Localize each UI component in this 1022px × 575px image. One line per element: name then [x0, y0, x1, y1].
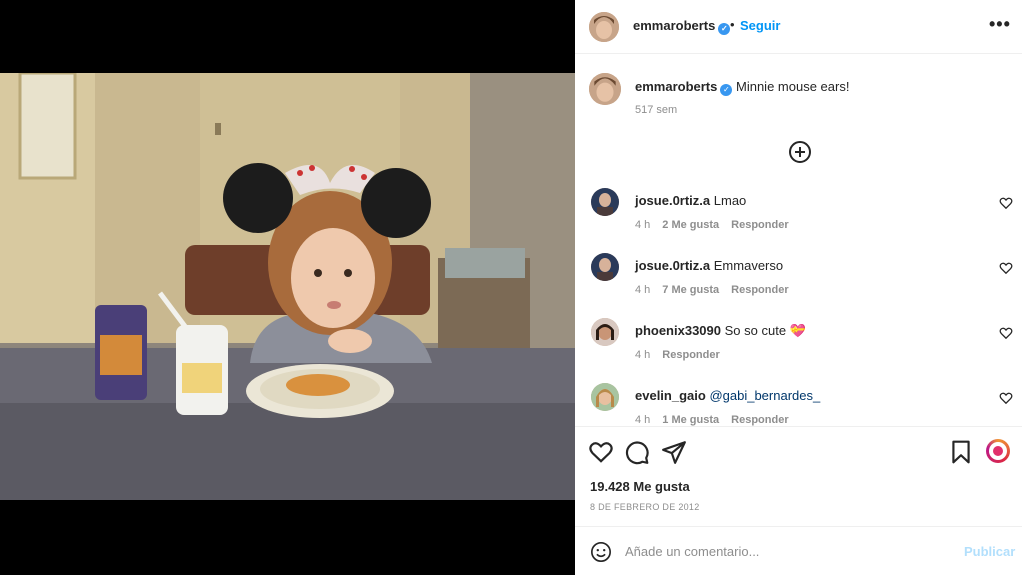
verified-badge-icon: ✓ — [718, 23, 731, 35]
verified-badge-icon: ✓ — [720, 84, 733, 96]
more-options-icon[interactable]: ••• — [989, 14, 1011, 35]
publish-button[interactable]: Publicar — [964, 544, 1015, 559]
comment-meta: 4 h1 Me gusta Responder — [635, 414, 789, 426]
comment-meta: 4 h2 Me gusta Responder — [635, 219, 789, 231]
comment-text: evelin_gaio @gabi_bernardes_ — [635, 388, 821, 403]
post-date[interactable]: 8 DE FEBRERO DE 2012 — [590, 502, 700, 512]
post-media — [0, 0, 575, 575]
comment-text: josue.0rtiz.a Lmao — [635, 193, 747, 208]
like-heart-icon[interactable] — [588, 439, 614, 465]
comment-meta: 4 h7 Me gusta Responder — [635, 284, 789, 296]
reply-button[interactable]: Responder — [731, 414, 788, 426]
likes-count[interactable]: 19.428 Me gusta — [590, 479, 690, 494]
post-sidebar: emmaroberts ✓ • Seguir ••• emmaroberts ✓ M… — [575, 0, 1022, 575]
commenter-avatar[interactable] — [591, 188, 619, 216]
load-more-comments-icon[interactable] — [789, 141, 811, 163]
comment-composer: Publicar — [575, 526, 1022, 575]
comment-meta: 4 h Responder — [635, 349, 720, 361]
comment-item: phoenix33090 So so cute 💝 4 h Responder — [589, 318, 1019, 378]
separator-dot: • — [730, 17, 735, 32]
bookmark-icon[interactable] — [948, 439, 974, 465]
emoji-icon[interactable] — [590, 541, 612, 563]
commenter-avatar[interactable] — [591, 253, 619, 281]
commenter-avatar[interactable] — [591, 318, 619, 346]
comments-list[interactable]: emmaroberts ✓ Minnie mouse ears! 517 sem … — [575, 55, 1022, 426]
author-username[interactable]: emmaroberts ✓ — [633, 18, 731, 35]
follow-button[interactable]: Seguir — [740, 18, 780, 33]
heart-icon[interactable] — [999, 261, 1013, 275]
comment-text: phoenix33090 So so cute 💝 — [635, 323, 806, 338]
comment-text: josue.0rtiz.a Emmaverso — [635, 258, 784, 273]
reply-button[interactable]: Responder — [662, 349, 719, 361]
post-photo[interactable] — [0, 73, 575, 500]
reply-button[interactable]: Responder — [731, 219, 788, 231]
comment-item: josue.0rtiz.a Emmaverso 4 h7 Me gusta Res… — [589, 253, 1019, 313]
comment-bubble-icon[interactable] — [624, 439, 650, 465]
heart-icon[interactable] — [999, 326, 1013, 340]
caption-avatar[interactable] — [589, 73, 621, 105]
heart-icon[interactable] — [999, 391, 1013, 405]
post-header: emmaroberts ✓ • Seguir ••• — [575, 0, 1022, 54]
mention-link[interactable]: @gabi_bernardes_ — [709, 388, 820, 403]
share-send-icon[interactable] — [661, 439, 687, 465]
comment-item: evelin_gaio @gabi_bernardes_ 4 h1 Me gus… — [589, 383, 1019, 426]
commenter-avatar[interactable] — [591, 383, 619, 411]
caption-username[interactable]: emmaroberts — [635, 79, 717, 94]
caption-text: emmaroberts ✓ Minnie mouse ears! — [635, 79, 850, 96]
comment-item: josue.0rtiz.a Lmao 4 h2 Me gusta Responde… — [589, 188, 1019, 248]
caption-timestamp[interactable]: 517 sem — [635, 104, 677, 116]
author-avatar[interactable] — [589, 12, 619, 42]
heart-icon[interactable] — [999, 196, 1013, 210]
photo-illustration — [0, 73, 575, 500]
post-actions: 19.428 Me gusta 8 DE FEBRERO DE 2012 — [575, 426, 1022, 526]
reply-button[interactable]: Responder — [731, 284, 788, 296]
gift-icon[interactable] — [986, 439, 1010, 463]
comment-input[interactable] — [625, 539, 945, 563]
